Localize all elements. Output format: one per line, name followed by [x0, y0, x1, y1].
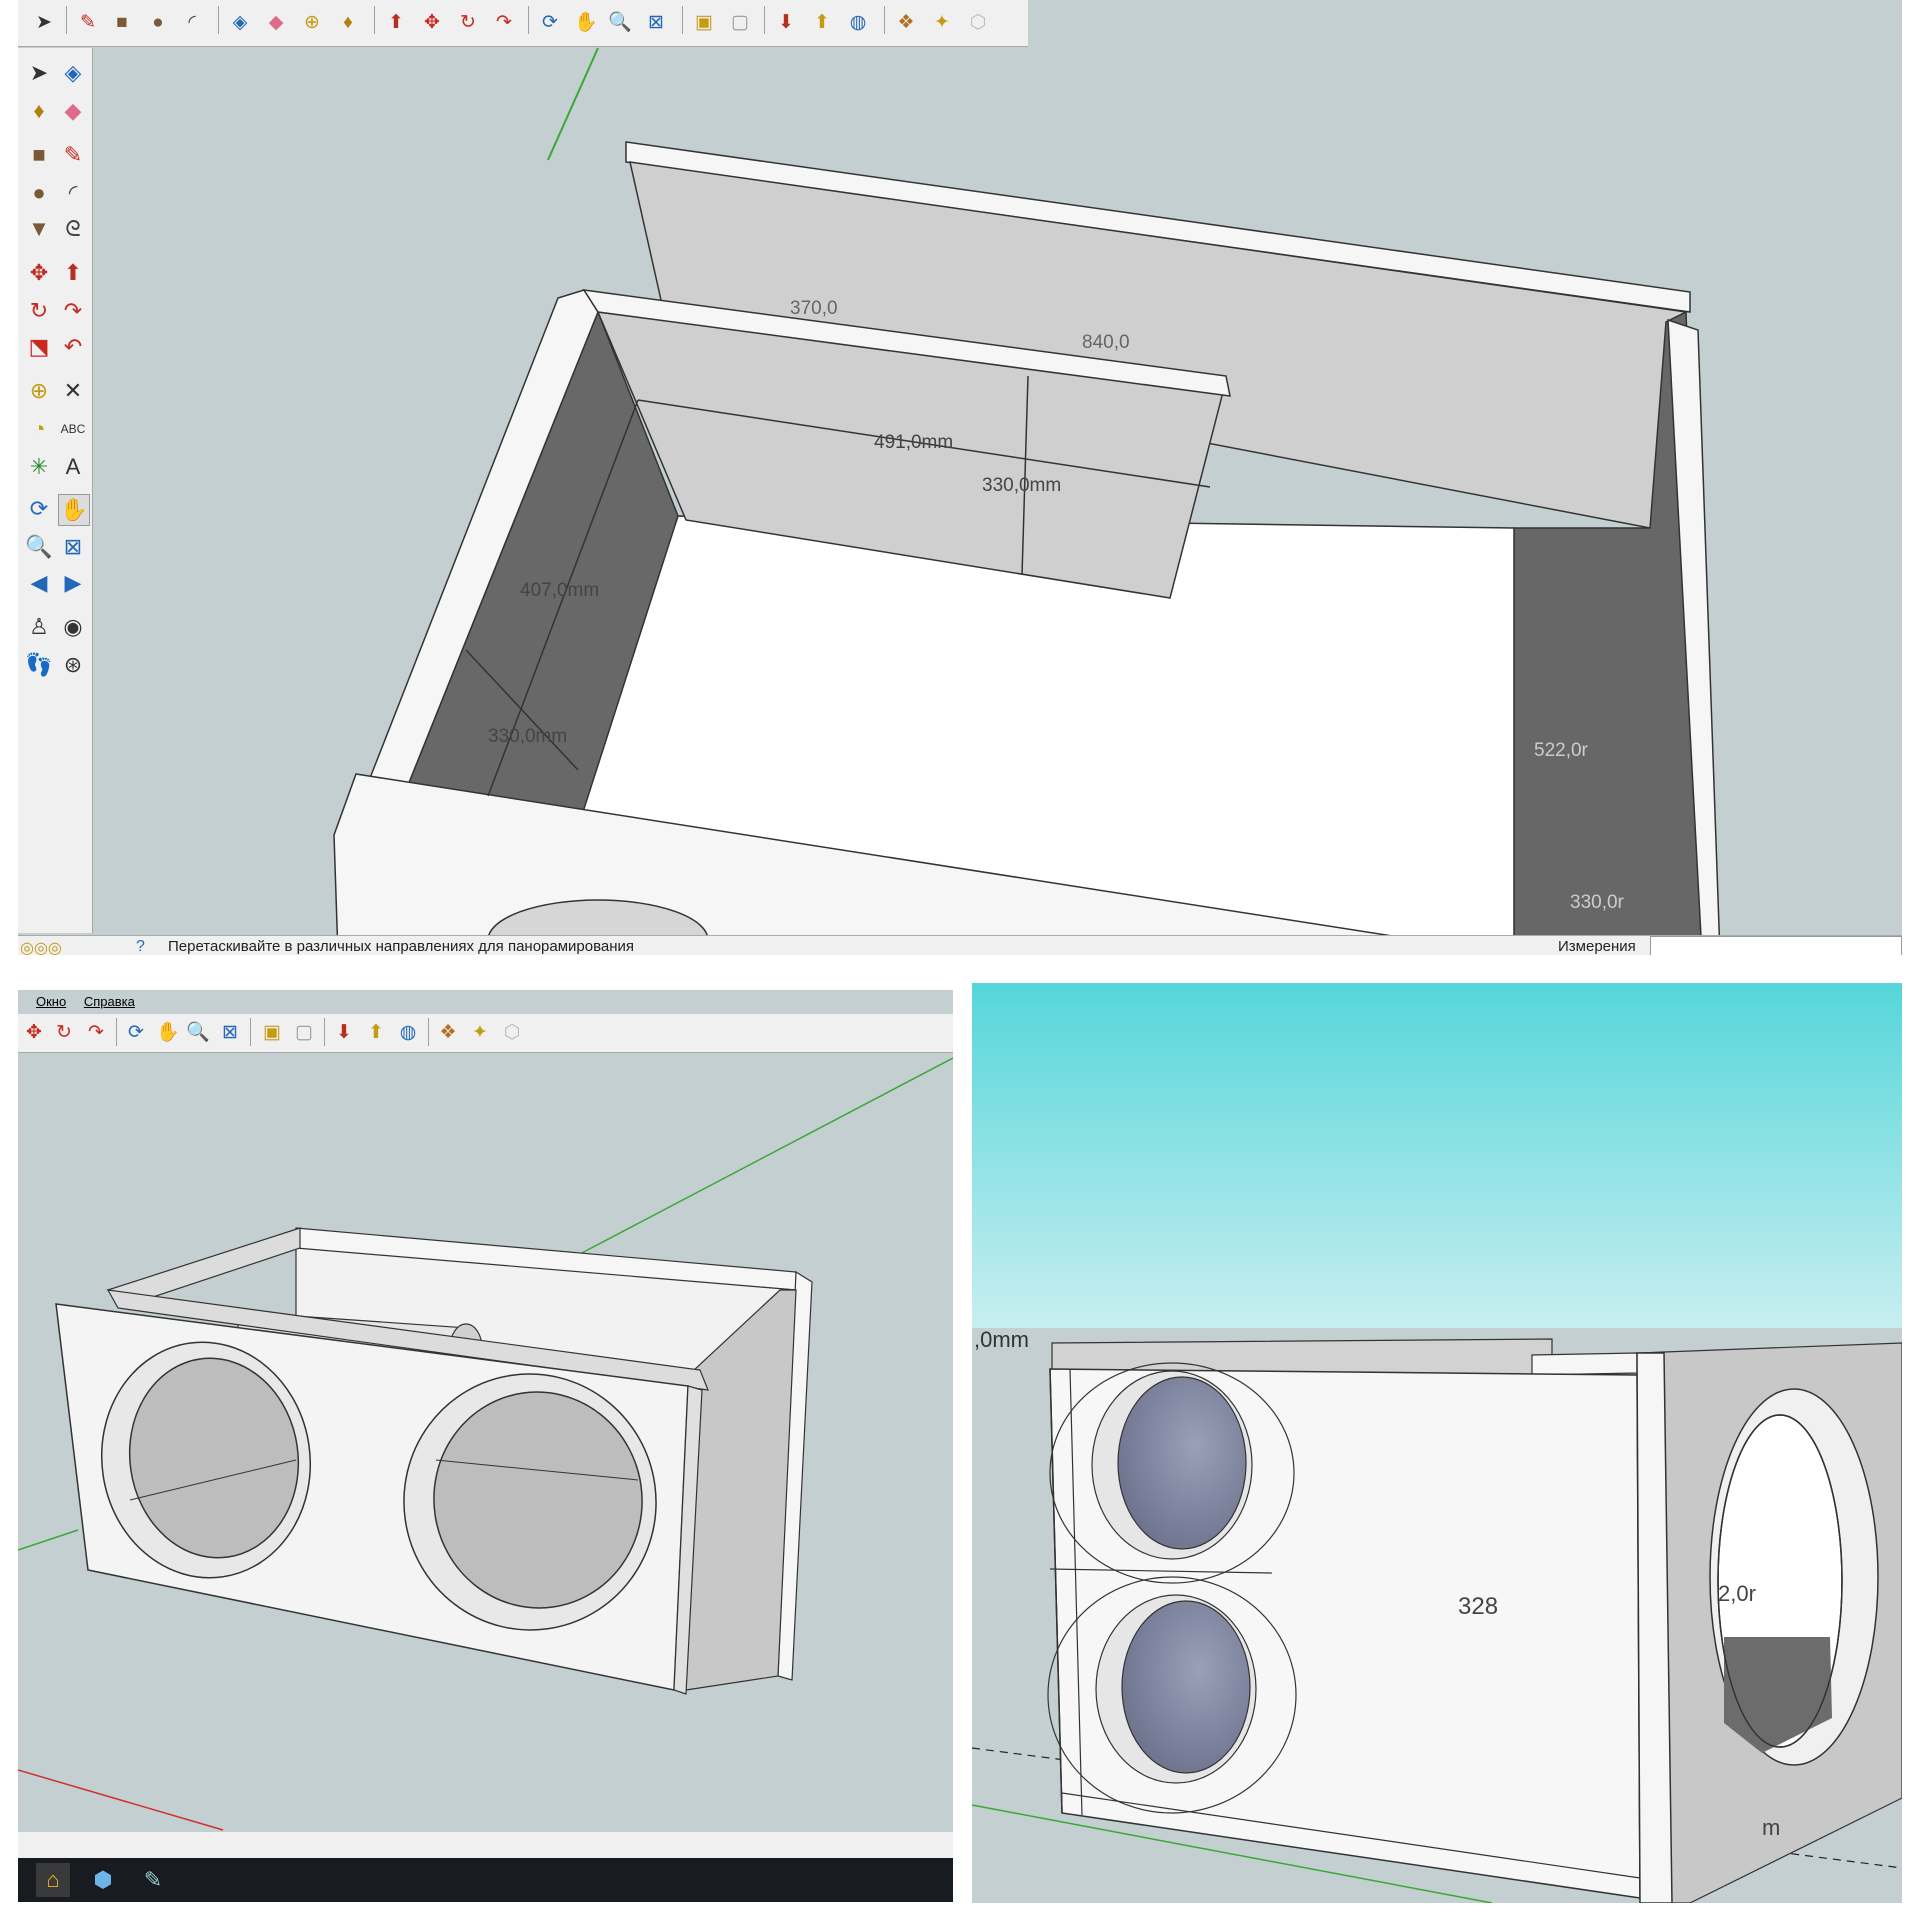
paint-icon[interactable]: ✎: [136, 1863, 170, 1897]
upper-speaker-cone: [1117, 1376, 1247, 1550]
dim-330-right: 330,0r: [1570, 892, 1624, 913]
label-bottom: m: [1762, 1815, 1781, 1840]
sketchup-icon[interactable]: ⌂: [36, 1863, 70, 1897]
status-bar: ◎◎◎ ? Перетаскивайте в различных направл…: [18, 935, 1902, 955]
red-axis: [18, 1769, 224, 1831]
label-right: 2,0r: [1718, 1581, 1756, 1606]
green-axis: [577, 1057, 953, 1256]
label-top-left: ,0mm: [974, 1327, 1029, 1352]
top-view-window: ➤ ✎ ■ ● ◜ ◈ ◆ ⊕ ♦ ⬆ ✥ ↻ ↷ ⟳ ✋ 🔍 ⊠ ▣ ▢ ⬇ …: [18, 0, 1902, 955]
dim-hidden-370: 370,0: [790, 298, 838, 319]
perspective-window: Окно Справка ✥ ↻ ↷ ⟳ ✋ 🔍 ⊠ ▣ ▢ ⬇ ⬆ ◍ ❖ ✦…: [18, 990, 953, 1902]
measurements-label: Измерения: [1558, 938, 1636, 955]
green-axis: [547, 47, 599, 161]
status-strip: [18, 1832, 953, 1858]
sky: [972, 983, 1902, 1328]
lower-speaker-cone: [1121, 1600, 1251, 1774]
dim-407: 407,0mm: [520, 580, 600, 601]
status-info-icons: ◎◎◎: [20, 940, 62, 955]
left-side-panel: [106, 1227, 301, 1303]
dim-491: 491,0mm: [874, 432, 954, 453]
dim-330-center: 330,0mm: [982, 475, 1062, 496]
help-icon[interactable]: ?: [136, 938, 145, 955]
green-axis-left: [18, 1529, 79, 1551]
3d-box-icon[interactable]: ⬢: [86, 1863, 120, 1897]
perspective-viewport[interactable]: [18, 990, 953, 1902]
measurements-field[interactable]: [1650, 936, 1902, 955]
label-328: 328: [1458, 1593, 1499, 1620]
dim-522: 522,0r: [1534, 740, 1588, 761]
status-hint: Перетаскивайте в различных направлениях …: [168, 938, 635, 955]
dim-330-side: 330,0mm: [488, 726, 568, 747]
back-board-edge: [1531, 1352, 1638, 1376]
render-window: ,0mm 328 2,0r m: [972, 983, 1902, 1903]
dim-hidden-840: 840,0: [1082, 332, 1130, 353]
render-viewport[interactable]: [972, 983, 1902, 1903]
top-viewport[interactable]: [18, 0, 1902, 955]
windows-taskbar: ⌂ ⬢ ✎: [18, 1858, 953, 1902]
